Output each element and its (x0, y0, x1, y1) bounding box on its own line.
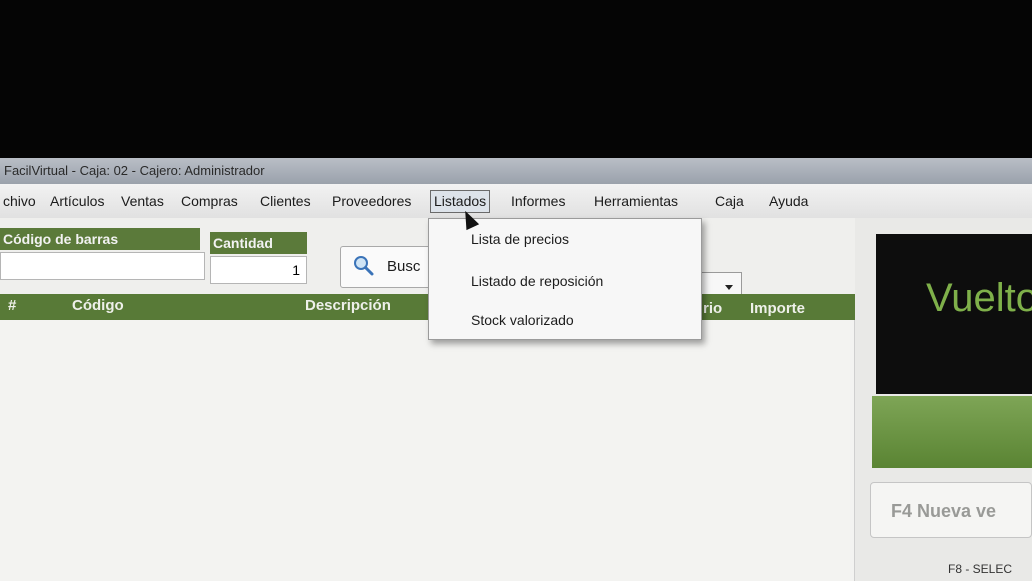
menu-caja[interactable]: Caja (712, 191, 747, 212)
window-titlebar: FacilVirtual - Caja: 02 - Cajero: Admini… (0, 158, 1032, 184)
menu-clientes[interactable]: Clientes (257, 191, 314, 212)
window-title: FacilVirtual - Caja: 02 - Cajero: Admini… (4, 163, 265, 178)
chevron-down-icon (725, 285, 733, 290)
menu-ventas[interactable]: Ventas (118, 191, 167, 212)
menu-item-lista-de-precios[interactable]: Lista de precios (471, 231, 569, 247)
search-label: Busc (387, 258, 421, 275)
menu-proveedores[interactable]: Proveedores (329, 191, 414, 212)
menu-articulos[interactable]: Artículos (47, 191, 107, 212)
quantity-label: Cantidad (210, 232, 307, 254)
menu-item-stock-valorizado[interactable]: Stock valorizado (471, 312, 574, 328)
menu-bar: chivo Artículos Ventas Compras Clientes … (0, 184, 1032, 218)
listados-dropdown-menu: Lista de precios Listado de reposición S… (428, 218, 702, 340)
menu-compras[interactable]: Compras (178, 191, 241, 212)
column-importe: Importe (750, 300, 806, 317)
menu-item-listado-de-reposicion[interactable]: Listado de reposición (471, 273, 603, 289)
column-codigo: Código (72, 297, 124, 314)
barcode-label: Código de barras (0, 228, 200, 250)
barcode-field[interactable] (0, 252, 205, 280)
nueva-venta-label: F4 Nueva ve (891, 501, 997, 521)
column-descripcion: Descripción (305, 297, 391, 314)
quantity-field[interactable]: 1 (210, 256, 307, 284)
menu-listados[interactable]: Listados (430, 190, 491, 213)
nueva-venta-button[interactable]: F4 Nueva ve (870, 482, 1032, 538)
search-icon (353, 255, 374, 276)
menu-informes[interactable]: Informes (508, 191, 568, 212)
column-number: # (8, 297, 17, 314)
total-panel (872, 396, 1032, 468)
menu-herramientas[interactable]: Herramientas (591, 191, 681, 212)
items-grid[interactable] (0, 320, 855, 581)
column-precio: rio (703, 300, 723, 317)
vuelto-label: Vuelto (926, 276, 1032, 320)
menu-ayuda[interactable]: Ayuda (766, 191, 811, 212)
vuelto-panel: Vuelto (876, 234, 1032, 394)
f8-select-label: F8 - SELEC (948, 562, 1013, 576)
app-window: FacilVirtual - Caja: 02 - Cajero: Admini… (0, 158, 1032, 581)
menu-archivo[interactable]: chivo (0, 191, 39, 212)
